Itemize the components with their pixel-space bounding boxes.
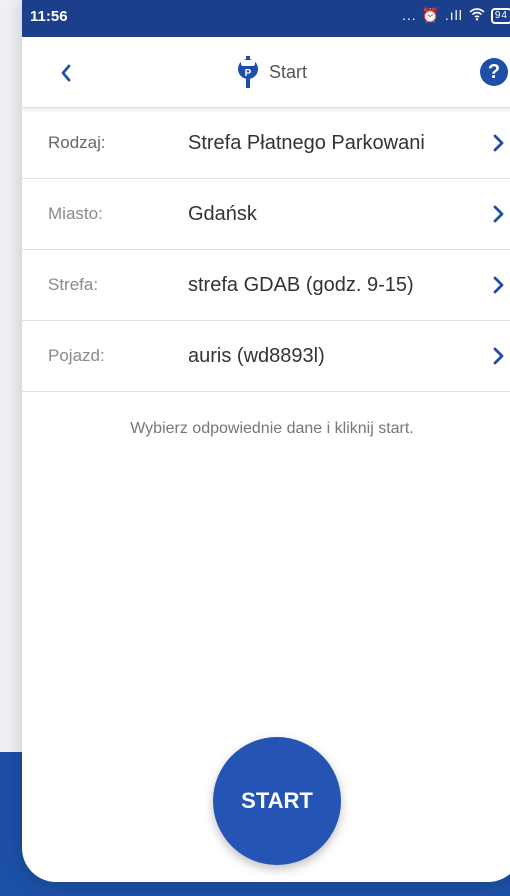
back-button[interactable] [52, 59, 80, 87]
row-zone[interactable]: Strefa: strefa GDAB (godz. 9-15) [22, 250, 510, 321]
row-vehicle[interactable]: Pojazd: auris (wd8893l) [22, 321, 510, 392]
row-city[interactable]: Miasto: Gdańsk [22, 179, 510, 250]
row-value: strefa GDAB (godz. 9-15) [188, 274, 414, 296]
chevron-right-icon [493, 347, 504, 365]
start-button[interactable]: START [213, 737, 341, 865]
battery-icon: 94 [490, 7, 510, 24]
chevron-right-icon [493, 276, 504, 294]
app-bar: P Start ? [22, 37, 510, 108]
help-button[interactable]: ? [480, 58, 508, 86]
svg-text:P: P [245, 68, 252, 79]
status-time: 11:56 [30, 8, 68, 25]
status-icons: ... ⏰ .ıll 94 [402, 7, 510, 24]
row-value: Gdańsk [188, 203, 257, 225]
row-label: Miasto: [48, 204, 103, 223]
row-label: Rodzaj: [48, 133, 106, 152]
chevron-left-icon [61, 64, 71, 82]
row-value: Strefa Płatnego Parkowani [188, 132, 425, 154]
chevron-right-icon [493, 205, 504, 223]
settings-list: Rodzaj: Strefa Płatnego Parkowani Miasto… [22, 108, 510, 392]
page-title: Start [268, 61, 307, 82]
row-value: auris (wd8893l) [188, 345, 325, 367]
parking-meter-icon: P [237, 56, 258, 88]
phone-screen: 11:56 ... ⏰ .ıll 94 P Start ? Rodzaj: St… [22, 0, 510, 882]
row-label: Strefa: [48, 275, 99, 294]
row-type[interactable]: Rodzaj: Strefa Płatnego Parkowani [22, 108, 510, 179]
status-bar: 11:56 ... ⏰ .ıll 94 [22, 0, 510, 37]
chevron-right-icon [493, 134, 504, 152]
row-label: Pojazd: [48, 346, 105, 365]
title-area: P Start [22, 37, 510, 107]
hint-text: Wybierz odpowiednie dane i kliknij start… [130, 420, 414, 437]
status-indicators: ... ⏰ .ıll [401, 7, 463, 23]
wifi-icon [469, 7, 485, 24]
